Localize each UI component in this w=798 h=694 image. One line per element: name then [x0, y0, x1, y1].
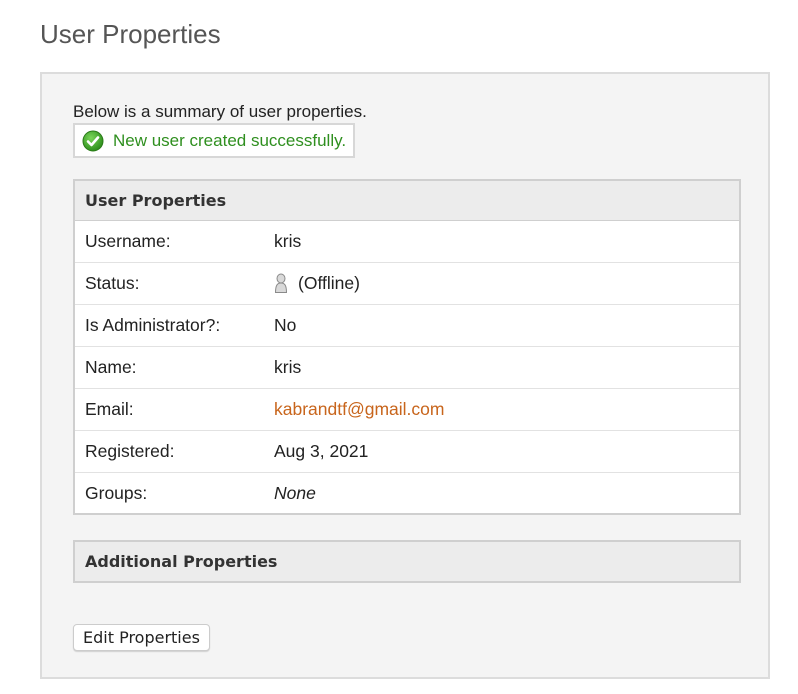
edit-properties-button[interactable]: Edit Properties — [73, 624, 210, 651]
user-summary-panel: Below is a summary of user properties. N… — [40, 72, 770, 679]
user-properties-header: User Properties — [75, 181, 739, 221]
additional-properties-header: Additional Properties — [73, 540, 741, 583]
property-row-registered: Registered: Aug 3, 2021 — [75, 431, 739, 473]
property-row-groups: Groups: None — [75, 473, 739, 513]
success-message: New user created successfully. — [113, 130, 347, 150]
username-value: kris — [274, 231, 302, 251]
user-properties-table: User Properties Username: kris Status: (… — [73, 179, 741, 515]
property-row-status: Status: (Offline) — [75, 263, 739, 305]
property-row-email: Email: kabrandtf@gmail.com — [75, 389, 739, 431]
property-row-username: Username: kris — [75, 221, 739, 263]
page-title: User Properties — [40, 19, 221, 49]
status-value: (Offline) — [298, 273, 360, 293]
check-circle-icon — [82, 130, 104, 152]
name-value: kris — [274, 357, 302, 377]
property-label: Registered: — [85, 441, 175, 461]
success-message-box: New user created successfully. — [73, 123, 356, 158]
registered-value: Aug 3, 2021 — [274, 441, 369, 461]
property-row-name: Name: kris — [75, 347, 739, 389]
property-label: Username: — [85, 231, 171, 251]
property-label: Name: — [85, 357, 137, 377]
email-link[interactable]: kabrandtf@gmail.com — [274, 399, 444, 420]
is-admin-value: No — [274, 315, 297, 335]
groups-value: None — [274, 482, 316, 503]
user-offline-icon — [274, 273, 288, 294]
summary-intro: Below is a summary of user properties. — [73, 102, 367, 121]
property-label: Status: — [85, 273, 140, 293]
property-label: Is Administrator?: — [85, 315, 221, 335]
property-row-is-admin: Is Administrator?: No — [75, 305, 739, 347]
property-label: Groups: — [85, 482, 148, 503]
status-value-wrapper: (Offline) — [274, 273, 360, 294]
property-label: Email: — [85, 399, 134, 419]
